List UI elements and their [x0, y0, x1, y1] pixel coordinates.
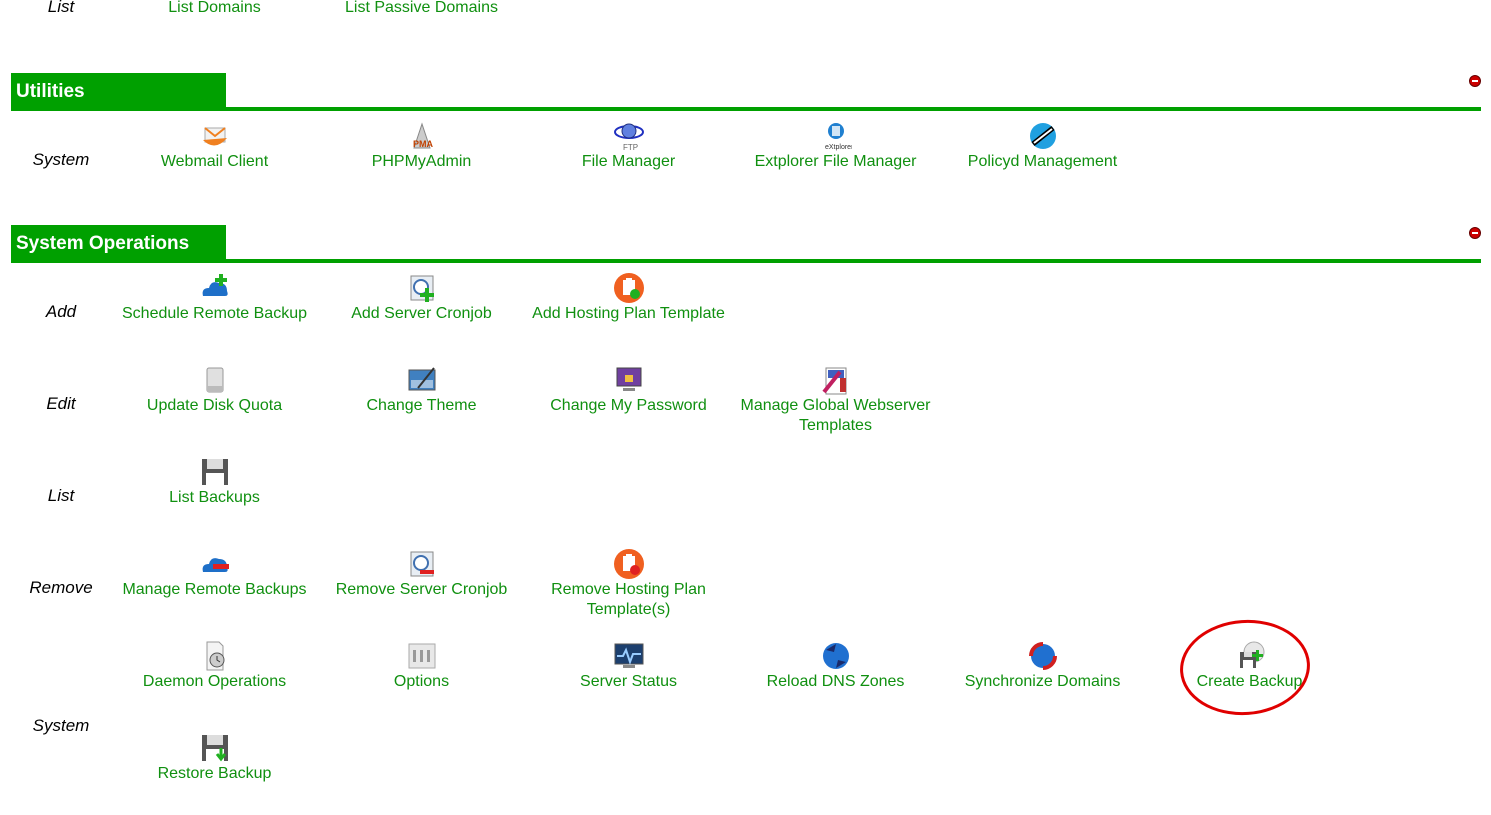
restore-backup-link[interactable]: Restore Backup — [111, 732, 318, 784]
remove-server-cronjob-link[interactable]: Remove Server Cronjob — [318, 548, 525, 600]
annotation-circle — [1176, 615, 1314, 720]
extplorer-icon: eXtplorer — [820, 120, 852, 152]
utilities-title: Utilities — [11, 73, 226, 110]
add-server-cronjob-link[interactable]: Add Server Cronjob — [318, 272, 525, 324]
sync-icon — [1027, 640, 1059, 672]
extplorer-file-manager-link[interactable]: eXtplorer Extplorer File Manager — [732, 120, 939, 172]
clipboard-add-icon — [613, 272, 645, 304]
update-disk-quota-link[interactable]: Update Disk Quota — [111, 364, 318, 416]
extplorer-file-manager-label: Extplorer File Manager — [754, 153, 917, 170]
webmail-client-link[interactable]: Webmail Client — [111, 120, 318, 172]
row-label-system: System — [32, 150, 90, 169]
remove-hosting-plan-templates-label: Remove Hosting Plan Template(s) — [551, 581, 706, 618]
phpmyadmin-icon: PMA — [406, 120, 438, 152]
add-hosting-plan-template-link[interactable]: Add Hosting Plan Template — [525, 272, 732, 324]
section-divider — [11, 259, 1481, 263]
restore-backup-label: Restore Backup — [157, 765, 272, 782]
remove-server-cronjob-label: Remove Server Cronjob — [335, 581, 508, 598]
clock-add-icon — [406, 272, 438, 304]
templates-icon — [820, 364, 852, 396]
server-status-icon — [613, 640, 645, 672]
disk-icon — [199, 364, 231, 396]
daemon-icon — [199, 640, 231, 672]
options-label: Options — [393, 673, 450, 690]
options-icon — [406, 640, 438, 672]
restore-backup-icon — [199, 732, 231, 764]
row-label-system: System — [32, 716, 90, 735]
change-theme-label: Change Theme — [366, 397, 477, 414]
clipboard-remove-icon — [613, 548, 645, 580]
file-manager-label: File Manager — [581, 153, 676, 170]
svg-text:eXtplorer: eXtplorer — [825, 144, 852, 151]
synchronize-domains-label: Synchronize Domains — [964, 673, 1121, 690]
svg-text:PMA: PMA — [413, 139, 434, 149]
options-link[interactable]: Options — [318, 640, 525, 692]
cloud-remove-icon — [199, 548, 231, 580]
policyd-management-link[interactable]: Policyd Management — [939, 120, 1146, 172]
schedule-remote-backup-link[interactable]: Schedule Remote Backup — [111, 272, 318, 324]
section-divider — [11, 107, 1481, 111]
add-hosting-plan-template-label: Add Hosting Plan Template — [532, 305, 725, 322]
collapse-icon[interactable] — [1469, 75, 1481, 87]
policyd-icon — [1027, 120, 1059, 152]
manage-global-webserver-templates-link[interactable]: Manage Global Webserver Templates — [732, 364, 939, 436]
reload-dns-zones-link[interactable]: Reload DNS Zones — [732, 640, 939, 692]
list-backups-link[interactable]: List Backups — [111, 456, 318, 508]
reload-dns-zones-label: Reload DNS Zones — [766, 673, 905, 690]
phpmyadmin-label: PHPMyAdmin — [371, 153, 472, 170]
manage-remote-backups-label: Manage Remote Backups — [122, 581, 307, 598]
ftp-file-manager-icon: FTP — [613, 120, 645, 152]
list-domains-link[interactable]: List Domains — [111, 0, 318, 18]
floppy-icon — [199, 456, 231, 488]
list-passive-domains-link[interactable]: List Passive Domains — [318, 0, 525, 18]
row-label-list: List — [47, 486, 75, 505]
webmail-client-label: Webmail Client — [160, 153, 269, 170]
row-label-list-top: List — [47, 0, 75, 16]
collapse-icon[interactable] — [1469, 227, 1481, 239]
file-manager-link[interactable]: FTP File Manager — [525, 120, 732, 172]
server-status-label: Server Status — [580, 673, 677, 690]
dns-reload-icon — [820, 640, 852, 672]
daemon-operations-label: Daemon Operations — [142, 673, 287, 690]
list-backups-label: List Backups — [169, 489, 260, 506]
password-icon — [613, 364, 645, 396]
manage-global-webserver-templates-label: Manage Global Webserver Templates — [740, 397, 931, 434]
webmail-icon — [199, 120, 231, 152]
row-label-edit: Edit — [46, 394, 76, 413]
theme-icon — [406, 364, 438, 396]
row-label-add: Add — [45, 302, 77, 321]
daemon-operations-link[interactable]: Daemon Operations — [111, 640, 318, 692]
change-my-password-label: Change My Password — [550, 397, 707, 414]
clock-remove-icon — [406, 548, 438, 580]
policyd-management-label: Policyd Management — [967, 153, 1118, 170]
system-operations-title: System Operations — [11, 225, 226, 262]
add-server-cronjob-label: Add Server Cronjob — [351, 305, 492, 322]
svg-text:FTP: FTP — [623, 143, 638, 152]
schedule-remote-backup-label: Schedule Remote Backup — [122, 305, 307, 322]
remove-hosting-plan-templates-link[interactable]: Remove Hosting Plan Template(s) — [525, 548, 732, 620]
server-status-link[interactable]: Server Status — [525, 640, 732, 692]
synchronize-domains-link[interactable]: Synchronize Domains — [939, 640, 1146, 692]
phpmyadmin-link[interactable]: PMA PHPMyAdmin — [318, 120, 525, 172]
update-disk-quota-label: Update Disk Quota — [146, 397, 283, 414]
change-my-password-link[interactable]: Change My Password — [525, 364, 732, 416]
change-theme-link[interactable]: Change Theme — [318, 364, 525, 416]
row-label-remove: Remove — [29, 578, 93, 597]
cloud-add-icon — [199, 272, 231, 304]
manage-remote-backups-link[interactable]: Manage Remote Backups — [111, 548, 318, 600]
